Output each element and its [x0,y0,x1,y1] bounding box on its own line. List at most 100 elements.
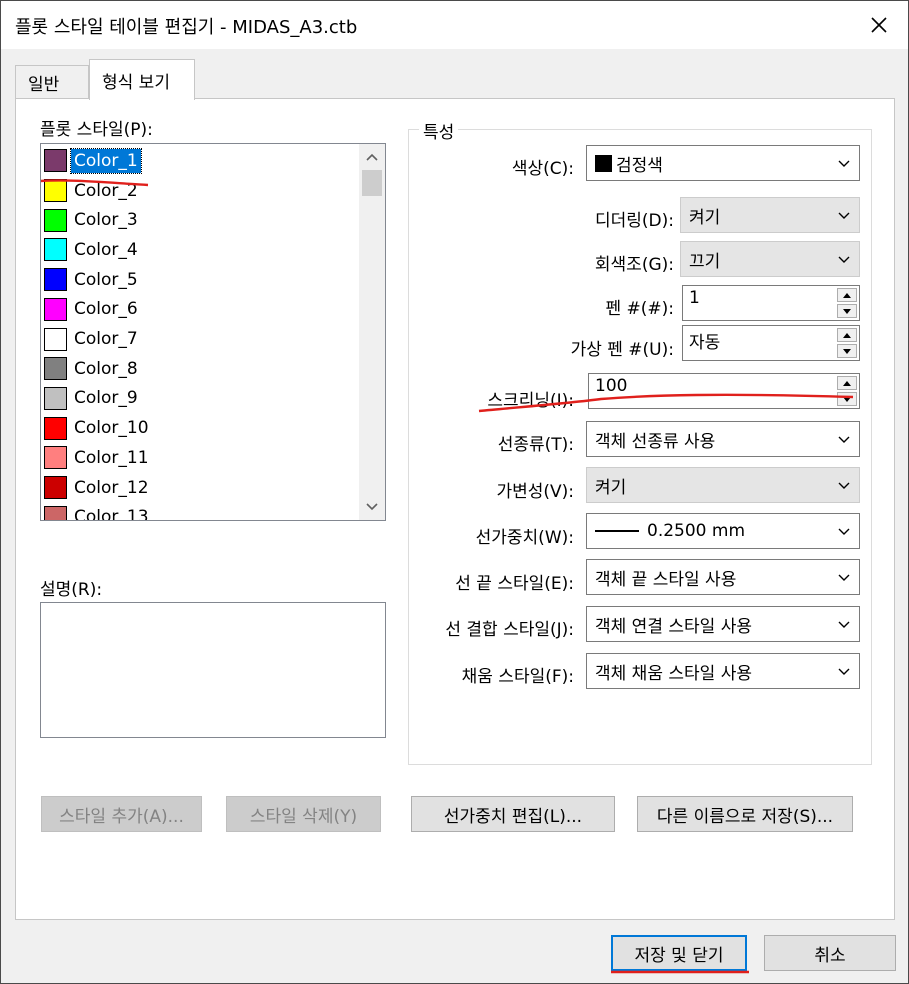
plot-style-item[interactable]: Color_8 [44,354,354,384]
chevron-down-icon [366,503,378,511]
chevron-down-icon [838,436,850,443]
virtual-pen-label: 가상 펜 #(U): [570,340,674,360]
color-swatch [44,446,67,470]
plot-style-label: Color_3 [74,210,138,231]
edit-lineweights-button[interactable]: 선가중치 편집(L)... [411,796,615,832]
line-end-style-label: 선 끝 스타일(E): [455,574,574,594]
fill-style-value: 객체 채움 스타일 사용 [595,663,752,684]
plot-style-item[interactable]: Color_12 [44,473,354,503]
color-swatch [44,149,67,173]
virtual-pen-value: 자동 [689,333,721,353]
line-end-style-combo[interactable]: 객체 끝 스타일 사용 [586,559,860,595]
save-and-close-button[interactable]: 저장 및 닫기 [611,935,747,971]
dither-combo[interactable]: 켜기 [680,197,860,233]
color-swatch [44,476,67,500]
color-swatch [44,357,67,381]
grayscale-combo[interactable]: 끄기 [680,241,860,277]
screening-spinner[interactable]: 100 [588,373,860,409]
lineweight-combo[interactable]: 0.2500 mm [586,513,860,549]
scroll-thumb[interactable] [362,170,382,196]
plot-style-label: Color_6 [74,299,138,320]
dither-label: 디더링(D): [594,211,674,231]
plot-style-item[interactable]: Color_11 [44,443,354,473]
close-icon [871,17,887,33]
color-swatch [44,505,67,520]
adaptive-combo[interactable]: 켜기 [586,467,860,503]
scroll-down-button[interactable] [359,494,385,520]
title-bar: 플롯 스타일 테이블 편집기 - MIDAS_A3.ctb [1,1,908,49]
spin-buttons [837,328,857,358]
description-label: 설명(R): [40,580,103,600]
adaptive-label: 가변성(V): [496,482,574,502]
grayscale-value: 끄기 [689,251,721,272]
tab-form-view[interactable]: 형식 보기 [89,59,195,100]
plot-style-item[interactable]: Color_9 [44,384,354,414]
lineweight-label: 선가중치(W): [475,528,574,548]
scroll-up-button[interactable] [359,144,385,170]
spin-buttons [837,288,857,318]
fill-style-combo[interactable]: 객체 채움 스타일 사용 [586,653,860,689]
color-value: 검정색 [616,155,663,176]
save-as-button[interactable]: 다른 이름으로 저장(S)... [637,796,853,832]
color-swatch [44,268,67,292]
dither-value: 켜기 [689,207,721,228]
plot-style-item[interactable]: Color_7 [44,324,354,354]
lineweight-value: 0.2500 mm [647,521,746,541]
plot-style-label: Color_7 [74,329,138,350]
plot-style-item[interactable]: Color_5 [44,265,354,295]
color-swatch [595,154,612,172]
chevron-down-icon [838,256,850,263]
plot-style-label: Color_8 [74,358,138,379]
form-view-panel: 플롯 스타일(P): Color_1 Color_2 Color_3 Color_4 C… [15,98,895,920]
chevron-down-icon [838,668,850,675]
pen-number-spinner[interactable]: 1 [682,285,860,321]
color-swatch [44,297,67,321]
tab-general[interactable]: 일반 [15,65,89,99]
line-join-style-value: 객체 연결 스타일 사용 [595,616,752,637]
spin-up-button[interactable] [837,328,857,342]
virtual-pen-spinner[interactable]: 자동 [682,325,860,361]
chevron-down-icon [838,574,850,581]
add-style-button[interactable]: 스타일 추가(A)... [41,796,202,832]
linetype-label: 선종류(T): [497,435,574,455]
plot-style-label: Color_12 [74,477,149,498]
triangle-down-icon [843,348,851,354]
spin-down-button[interactable] [837,392,857,406]
color-swatch [44,238,67,262]
description-textbox[interactable] [40,602,386,738]
line-join-style-combo[interactable]: 객체 연결 스타일 사용 [586,606,860,642]
list-scrollbar[interactable] [359,144,385,520]
color-combo[interactable]: 검정색 [586,145,860,181]
plot-style-item[interactable]: Color_2 [44,176,354,206]
chevron-down-icon [838,160,850,167]
screening-label: 스크리닝(I): [487,391,574,411]
plot-style-item[interactable]: Color_1 [44,146,354,176]
spin-up-button[interactable] [837,288,857,302]
plot-style-item[interactable]: Color_6 [44,295,354,325]
adaptive-value: 켜기 [595,477,627,498]
triangle-up-icon [843,380,851,386]
linetype-combo[interactable]: 객체 선종류 사용 [586,421,860,457]
plot-style-label: Color_5 [74,269,138,290]
spin-down-button[interactable] [837,304,857,318]
pen-number-label: 펜 #(#): [605,299,674,319]
plot-style-item[interactable]: Color_3 [44,205,354,235]
plot-styles-list[interactable]: Color_1 Color_2 Color_3 Color_4 Color_5 Color… [40,143,386,521]
chevron-up-icon [366,153,378,161]
delete-style-button[interactable]: 스타일 삭제(Y) [226,796,381,832]
plot-style-item[interactable]: Color_13 [44,502,354,521]
plot-style-label: Color_4 [74,239,138,260]
color-swatch [44,416,67,440]
plot-style-label: Color_13 [74,507,149,521]
plot-style-label: Color_11 [74,447,149,468]
spin-down-button[interactable] [837,344,857,358]
properties-group-title: 특성 [419,118,459,143]
plot-style-item[interactable]: Color_4 [44,235,354,265]
screening-value: 100 [595,376,628,396]
close-button[interactable] [850,1,908,49]
color-swatch [44,386,67,410]
spin-up-button[interactable] [837,376,857,390]
plot-style-item[interactable]: Color_10 [44,413,354,443]
tab-form-view-label: 형식 보기 [102,72,170,93]
cancel-button[interactable]: 취소 [764,935,896,971]
